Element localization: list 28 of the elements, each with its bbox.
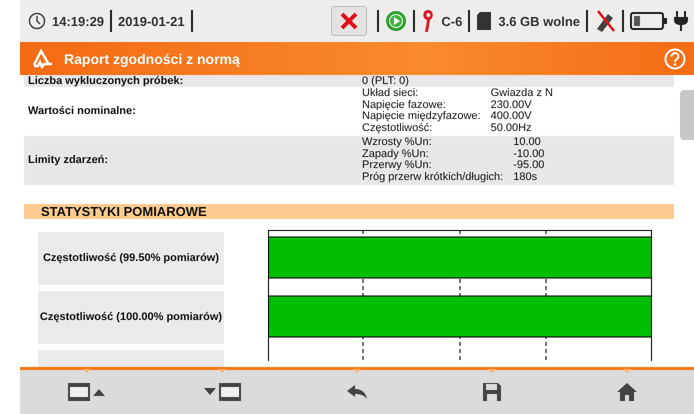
parameter-name: Przerwy %Un: bbox=[362, 160, 433, 172]
row-value: 0 (PLT: 0) bbox=[362, 75, 409, 87]
statistic-label: Częstotliwość (100.00% pomiarów) bbox=[38, 290, 224, 344]
parameter-name: Napięcie międzyfazowe: bbox=[362, 111, 481, 122]
storage-text: 3.6 GB wolne bbox=[498, 14, 580, 28]
parameter-name: Układ sieci: bbox=[362, 88, 420, 100]
parameter-name: Zapady %Un: bbox=[362, 148, 430, 160]
parameter-value: -10.00 bbox=[513, 148, 544, 160]
parameter-value: 180s bbox=[513, 172, 538, 184]
parameter-value: Gwiazda z N bbox=[490, 88, 553, 100]
parameter-value: -95.00 bbox=[513, 160, 544, 172]
section-heading: STATYSTYKI POMIAROWE bbox=[24, 204, 674, 219]
parameter-name: Częstotliwość: bbox=[362, 123, 434, 135]
parameter-name: Próg przerw krótkich/długich: bbox=[362, 172, 504, 184]
parameter-value: 400.00V bbox=[490, 111, 533, 123]
date-text: 2019-01-21 bbox=[118, 14, 185, 28]
time-text: 14:19:29 bbox=[52, 14, 104, 28]
parameter-value: 230.00V bbox=[490, 100, 533, 111]
parameter-value: 50.00Hz bbox=[490, 123, 533, 135]
header-title: Raport zgodności z normą bbox=[64, 50, 240, 66]
clamp-type-text: C-6 bbox=[441, 14, 462, 28]
parameter-name: Wzrosty %Un: bbox=[362, 136, 433, 149]
parameter-value: 10.00 bbox=[513, 136, 542, 149]
statistic-label: Częstotliwość (99.50% pomiarów) bbox=[38, 232, 224, 285]
parameter-name: Napięcie fazowe: bbox=[362, 100, 446, 112]
row-label: Liczba wykluczonych próbek: bbox=[27, 75, 184, 87]
row-label: Wartości nominalne: bbox=[27, 105, 137, 118]
row-label: Limity zdarzeń: bbox=[27, 154, 110, 166]
